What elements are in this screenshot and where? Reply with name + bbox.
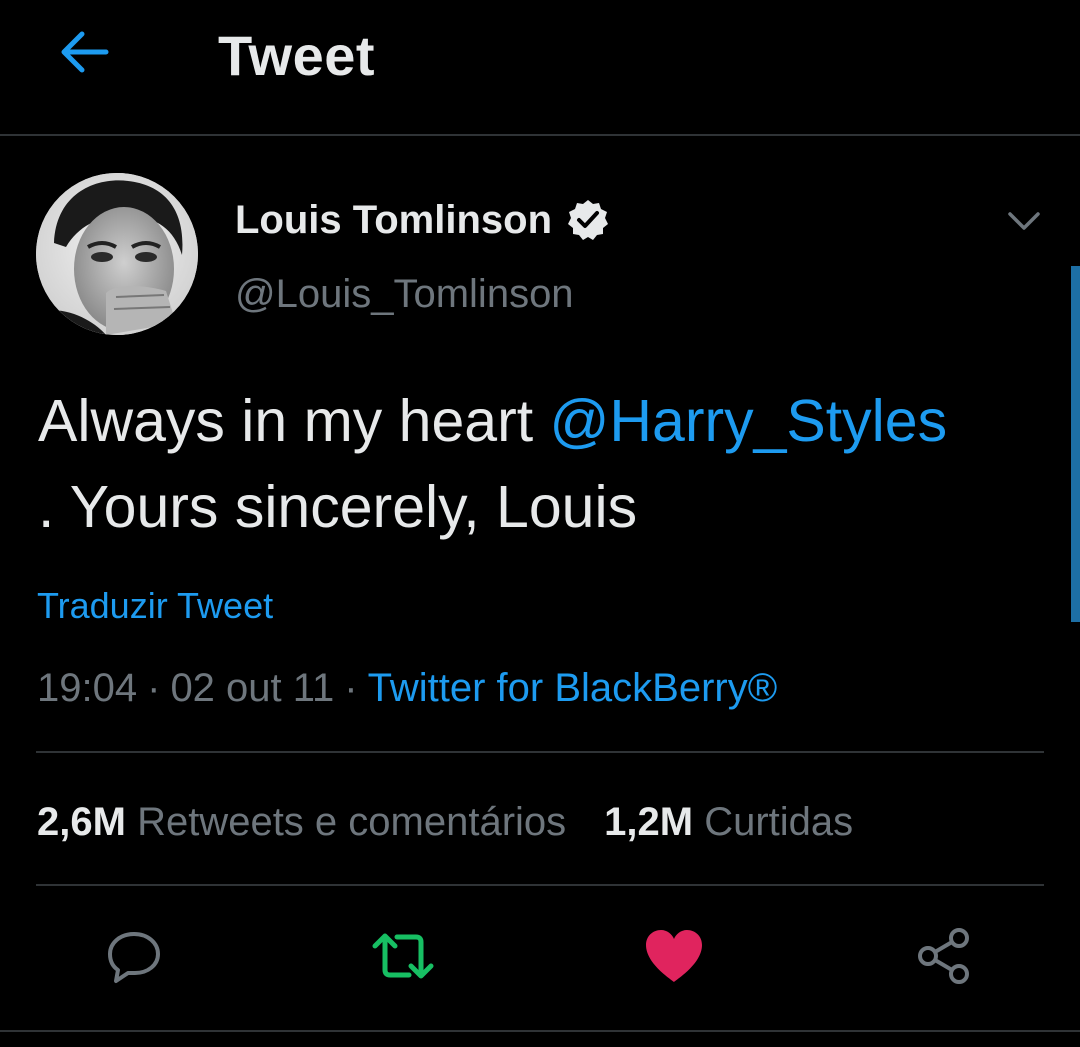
tweet-stats: 2,6M Retweets e comentários 1,2M Curtidas xyxy=(37,796,853,848)
retweets-stat[interactable]: 2,6M Retweets e comentários xyxy=(37,800,566,844)
divider xyxy=(0,1030,1080,1032)
likes-stat[interactable]: 1,2M Curtidas xyxy=(604,800,853,844)
author-name[interactable]: Louis Tomlinson xyxy=(235,196,610,244)
share-button[interactable] xyxy=(912,926,976,990)
tweet-text-part: Always in my heart xyxy=(38,388,550,454)
retweet-button[interactable] xyxy=(371,926,435,990)
retweets-label: Retweets e comentários xyxy=(137,800,567,844)
heart-icon xyxy=(644,928,704,989)
mention-link[interactable]: @Harry_Styles xyxy=(550,388,948,454)
arrow-left-icon xyxy=(56,28,112,81)
like-button[interactable] xyxy=(642,926,706,990)
reply-button[interactable] xyxy=(102,926,166,990)
tweet-date: 02 out 11 xyxy=(170,666,335,710)
avatar[interactable] xyxy=(36,173,198,335)
tweet-meta: 19:04 · 02 out 11 · Twitter for BlackBerry® xyxy=(37,662,777,714)
chevron-down-icon xyxy=(1004,212,1044,244)
divider xyxy=(36,884,1044,886)
verified-badge-icon xyxy=(566,198,610,242)
page-title: Tweet xyxy=(218,24,376,87)
more-options-button[interactable] xyxy=(1004,200,1044,240)
tweet-time: 19:04 xyxy=(37,666,138,710)
comment-icon xyxy=(104,926,164,991)
top-bar: Tweet xyxy=(0,0,1080,136)
retweet-icon xyxy=(371,926,435,991)
meta-separator: · xyxy=(344,666,358,710)
author-name-text: Louis Tomlinson xyxy=(235,198,553,242)
retweets-count: 2,6M xyxy=(37,800,126,844)
share-icon xyxy=(914,926,974,991)
likes-label: Curtidas xyxy=(704,800,854,844)
tweet-text: Always in my heart @Harry_Styles . Yours… xyxy=(38,378,1048,550)
scrollbar[interactable] xyxy=(1071,266,1080,622)
translate-tweet-link[interactable]: Traduzir Tweet xyxy=(37,584,273,628)
tweet-text-part: . Yours sincerely, Louis xyxy=(38,474,638,540)
author-handle[interactable]: @Louis_Tomlinson xyxy=(235,270,574,318)
tweet-client-link[interactable]: Twitter for BlackBerry® xyxy=(368,666,778,710)
meta-separator: · xyxy=(147,666,161,710)
back-button[interactable] xyxy=(48,22,120,86)
divider xyxy=(36,751,1044,753)
likes-count: 1,2M xyxy=(604,800,694,844)
